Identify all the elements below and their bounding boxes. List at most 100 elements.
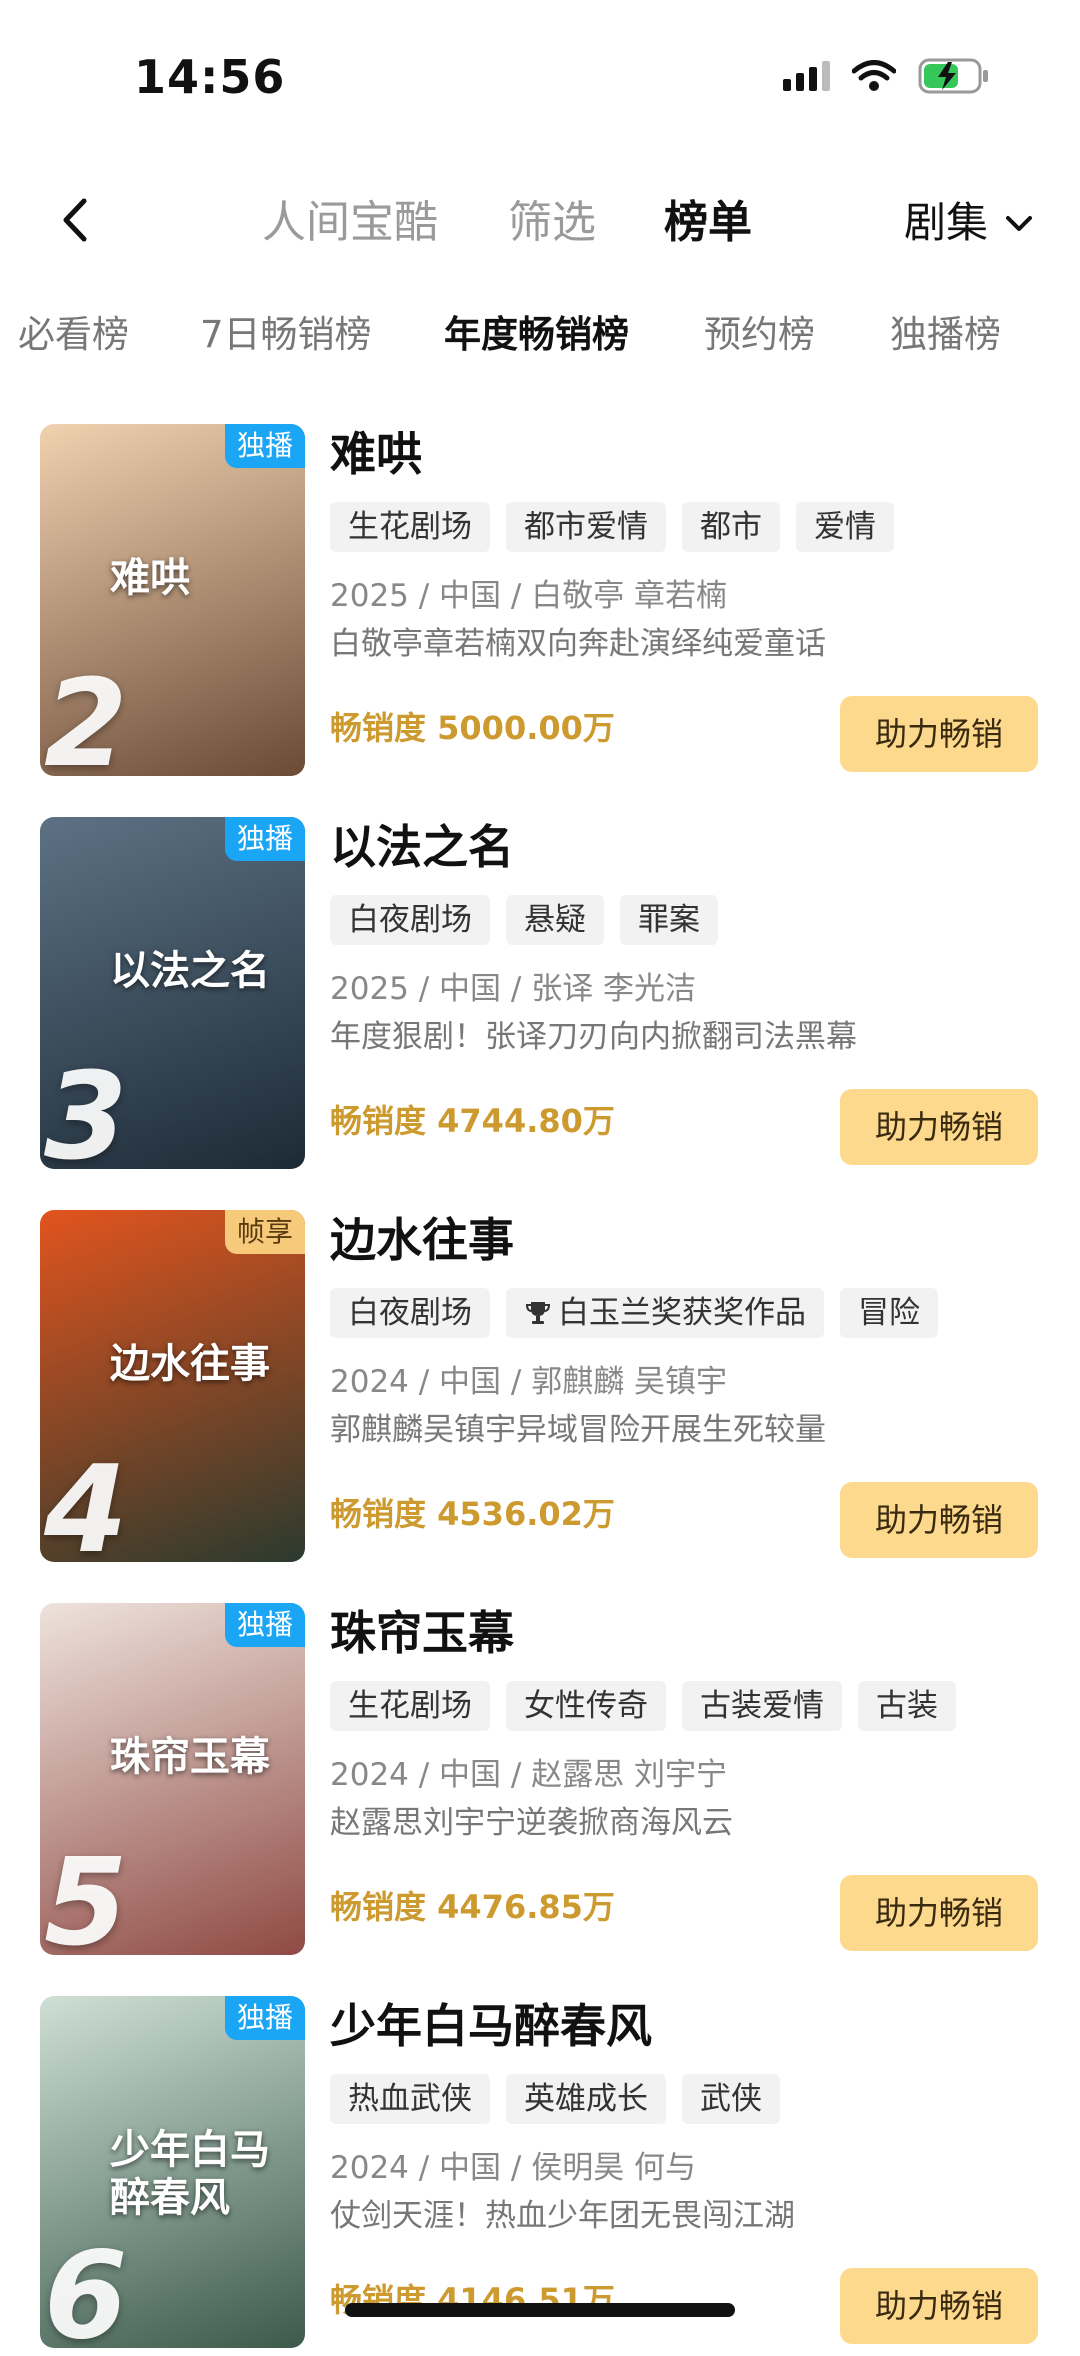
poster-title: 以法之名	[110, 948, 270, 994]
drama-meta: 2025 / 中国 / 白敬亭 章若楠	[330, 578, 728, 614]
tag-label: 女性传奇	[524, 1688, 648, 1724]
boost-sales-button[interactable]: 助力畅销	[840, 1875, 1038, 1951]
drama-meta: 2024 / 中国 / 郭麒麟 吴镇宇	[330, 1364, 728, 1400]
category-label: 剧集	[903, 198, 988, 247]
top-nav: 人间宝酷 筛选 榜单 剧集	[0, 175, 1080, 275]
nav-tab-home[interactable]: 人间宝酷	[262, 195, 438, 251]
tag-row: 热血武侠 英雄成长 武侠	[330, 2074, 780, 2124]
tag-row: 生花剧场 都市爱情 都市 爱情	[330, 502, 894, 552]
drama-list-item[interactable]: 以法之名 3 独播 以法之名 白夜剧场 悬疑 罪案 2025 / 中国 / 张译 李光洁 年度狠…	[0, 817, 1080, 1177]
tag-label: 生花剧场	[348, 509, 472, 545]
drama-list-item[interactable]: 难哄 2 独播 难哄 生花剧场 都市爱情 都市 爱情 2025 / 中国 / 白敬亭 章若楠 白敬…	[0, 424, 1080, 784]
genre-tag[interactable]: 武侠	[682, 2074, 780, 2124]
drama-list-item[interactable]: 少年白马醉春风 6 独播 少年白马醉春风 热血武侠 英雄成长 武侠 2024 / 中国 / 侯…	[0, 1996, 1080, 2356]
drama-meta: 2024 / 中国 / 赵露思 刘宇宁	[330, 1757, 728, 1793]
genre-tag[interactable]: 都市	[682, 502, 780, 552]
genre-tag[interactable]: 都市爱情	[506, 502, 666, 552]
tag-label: 冒险	[858, 1295, 920, 1331]
exclusive-badge: 独播	[224, 1603, 305, 1647]
exclusive-badge: 帧享	[224, 1210, 305, 1254]
genre-tag[interactable]: 女性传奇	[506, 1681, 666, 1731]
drama-list-item[interactable]: 边水往事 4 帧享 边水往事白夜剧场 白玉兰奖获奖作品 冒险 2024 / 中国 / 郭麒麟…	[0, 1210, 1080, 1570]
chevron-down-icon	[1006, 216, 1032, 231]
tag-row: 白夜剧场 悬疑 罪案	[330, 895, 718, 945]
chart-tab-7day[interactable]: 7日畅销榜	[200, 310, 372, 360]
genre-tag[interactable]: 古装爱情	[682, 1681, 842, 1731]
tag-label: 白夜剧场	[348, 1295, 472, 1331]
genre-tag[interactable]: 英雄成长	[506, 2074, 666, 2124]
drama-description: 赵露思刘宇宁逆袭掀商海风云	[330, 1805, 733, 1841]
genre-tag[interactable]: 古装	[858, 1681, 956, 1731]
tag-label: 生花剧场	[348, 1688, 472, 1724]
boost-sales-button[interactable]: 助力畅销	[840, 1089, 1038, 1165]
battery-charging-icon	[918, 58, 988, 94]
genre-tag[interactable]: 白夜剧场	[330, 895, 490, 945]
chart-tab-reservation[interactable]: 预约榜	[704, 310, 815, 360]
genre-tag[interactable]: 爱情	[796, 502, 894, 552]
category-dropdown[interactable]: 剧集	[904, 195, 1036, 251]
drama-title[interactable]: 少年白马醉春风	[330, 1998, 652, 2054]
tag-row: 白夜剧场 白玉兰奖获奖作品 冒险	[330, 1288, 938, 1338]
drama-description: 仗剑天涯！热血少年团无畏闯江湖	[330, 2198, 795, 2234]
boost-sales-button[interactable]: 助力畅销	[840, 696, 1038, 772]
genre-tag[interactable]: 热血武侠	[330, 2074, 490, 2124]
genre-tag[interactable]: 悬疑	[506, 895, 604, 945]
genre-tag[interactable]: 生花剧场	[330, 1681, 490, 1731]
drama-poster[interactable]: 珠帘玉幕 5 独播	[40, 1603, 305, 1955]
sales-figure: 畅销度 4476.85万	[330, 1888, 615, 1926]
tag-label: 英雄成长	[524, 2081, 648, 2117]
drama-poster[interactable]: 边水往事 4 帧享	[40, 1210, 305, 1562]
nav-tab-filter[interactable]: 筛选	[508, 195, 596, 251]
poster-title: 少年白马醉春风	[110, 2127, 270, 2221]
drama-title[interactable]: 边水往事	[330, 1212, 514, 1268]
tag-label: 热血武侠	[348, 2081, 472, 2117]
chart-tab-must-watch[interactable]: 必看榜	[18, 310, 129, 360]
tag-label: 古装	[876, 1688, 938, 1724]
boost-sales-button[interactable]: 助力畅销	[840, 1482, 1038, 1558]
tag-label: 古装爱情	[700, 1688, 824, 1724]
rank-number: 5	[44, 1834, 128, 1956]
chart-tabs: 必看榜 7日畅销榜 年度畅销榜 预约榜 独播榜 ▕	[0, 300, 1080, 380]
status-bar: 14:56	[0, 0, 1080, 150]
sales-figure: 畅销度 4744.80万	[330, 1102, 615, 1140]
tag-label: 都市爱情	[524, 509, 648, 545]
genre-tag[interactable]: 生花剧场	[330, 502, 490, 552]
chart-tab-overflow[interactable]: ▕	[1068, 310, 1080, 360]
cellular-signal-icon	[783, 61, 830, 91]
home-indicator[interactable]	[345, 2303, 735, 2317]
chart-tab-exclusive[interactable]: 独播榜	[890, 310, 1001, 360]
boost-sales-button[interactable]: 助力畅销	[840, 2268, 1038, 2344]
genre-tag[interactable]: 白夜剧场	[330, 1288, 490, 1338]
tag-label: 都市	[700, 509, 762, 545]
award-tag[interactable]: 白玉兰奖获奖作品	[506, 1288, 824, 1338]
poster-title: 难哄	[110, 555, 190, 601]
drama-title[interactable]: 珠帘玉幕	[330, 1605, 514, 1661]
exclusive-badge: 独播	[224, 1996, 305, 2040]
tag-label: 悬疑	[524, 902, 586, 938]
drama-poster[interactable]: 以法之名 3 独播	[40, 817, 305, 1169]
exclusive-badge: 独播	[224, 424, 305, 468]
drama-poster[interactable]: 少年白马醉春风 6 独播	[40, 1996, 305, 2348]
rank-number: 6	[44, 2227, 128, 2349]
tag-row: 生花剧场 女性传奇 古装爱情 古装	[330, 1681, 956, 1731]
status-time: 14:56	[134, 50, 286, 104]
drama-description: 年度狠剧！张译刀刃向内掀翻司法黑幕	[330, 1019, 857, 1055]
sales-figure: 畅销度 5000.00万	[330, 709, 615, 747]
drama-poster[interactable]: 难哄 2 独播	[40, 424, 305, 776]
drama-description: 郭麒麟吴镇宇异域冒险开展生死较量	[330, 1412, 826, 1448]
sales-figure: 畅销度 4536.02万	[330, 1495, 615, 1533]
genre-tag[interactable]: 冒险	[840, 1288, 938, 1338]
wifi-icon	[852, 60, 896, 91]
back-arrow-icon[interactable]	[52, 195, 102, 245]
drama-title[interactable]: 难哄	[330, 426, 422, 482]
drama-meta: 2025 / 中国 / 张译 李光洁	[330, 971, 697, 1007]
drama-description: 白敬亭章若楠双向奔赴演绎纯爱童话	[330, 626, 826, 662]
genre-tag[interactable]: 罪案	[620, 895, 718, 945]
drama-title[interactable]: 以法之名	[330, 819, 514, 875]
drama-list-item[interactable]: 珠帘玉幕 5 独播 珠帘玉幕 生花剧场 女性传奇 古装爱情 古装 2024 / 中国 / 赵露思…	[0, 1603, 1080, 1963]
chart-tab-annual[interactable]: 年度畅销榜	[444, 310, 629, 360]
trophy-icon	[525, 1302, 551, 1324]
tag-label: 白夜剧场	[348, 902, 472, 938]
nav-tab-ranking[interactable]: 榜单	[664, 195, 752, 251]
status-icons	[783, 58, 990, 94]
